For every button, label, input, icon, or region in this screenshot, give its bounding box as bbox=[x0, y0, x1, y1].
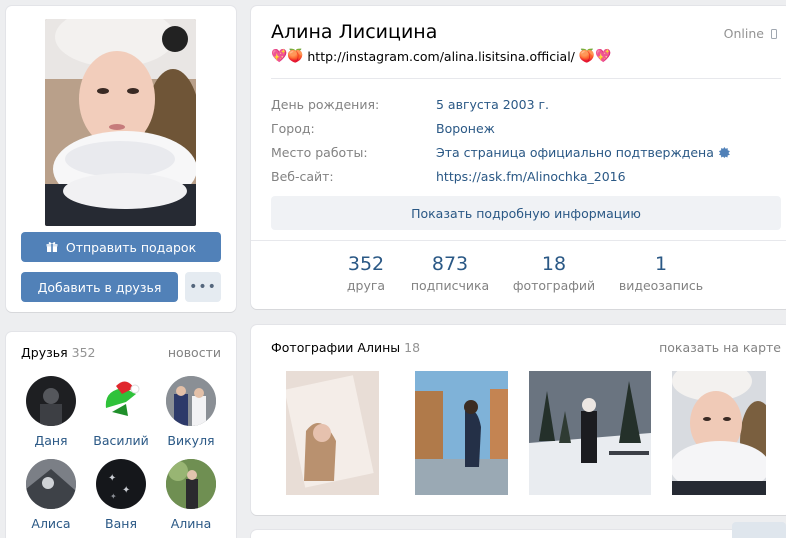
counter-followers[interactable]: 873 подписчика bbox=[400, 253, 500, 293]
friends-count: 352 bbox=[71, 345, 96, 360]
friend-avatar: ✦ ✦ ✦ bbox=[96, 459, 146, 509]
status-emoji-right: 🍑💖 bbox=[578, 49, 612, 64]
counter-number: 1 bbox=[654, 253, 668, 275]
info-label: Место работы: bbox=[271, 145, 368, 160]
divider bbox=[271, 78, 781, 79]
city-link[interactable]: Воронеж bbox=[436, 121, 495, 136]
info-row-work: Место работы: Эта страница официально по… bbox=[271, 145, 730, 160]
counter-label: подписчика bbox=[410, 278, 490, 293]
friend-avatar bbox=[26, 459, 76, 509]
friend-item[interactable]: Викуля bbox=[156, 376, 226, 448]
send-gift-label: Отправить подарок bbox=[65, 239, 197, 255]
friend-name: Ваня bbox=[105, 516, 137, 531]
verified-icon bbox=[718, 147, 730, 158]
friend-item[interactable]: Василий bbox=[86, 376, 156, 448]
counter-number: 873 bbox=[431, 253, 469, 275]
work-value: Эта страница официально подтверждена bbox=[436, 145, 714, 160]
profile-avatar-card: Отправить подарок Добавить в друзья ••• bbox=[6, 6, 236, 312]
photos-count: 18 bbox=[404, 340, 421, 355]
friend-name: Василий bbox=[93, 433, 149, 448]
counter-label: видеозапись bbox=[618, 278, 704, 293]
counter-number: 18 bbox=[541, 253, 567, 275]
show-more-info-button[interactable]: Показать подробную информацию bbox=[271, 196, 781, 230]
friends-header[interactable]: Друзья 352 bbox=[21, 345, 96, 360]
gift-icon bbox=[46, 241, 58, 253]
friend-item[interactable]: ✦ ✦ ✦ Ваня bbox=[86, 459, 156, 531]
show-on-map-link[interactable]: показать на карте bbox=[659, 340, 781, 355]
photo-thumbnail[interactable] bbox=[672, 371, 766, 495]
photos-title: Фотографии Алины bbox=[271, 340, 401, 355]
friend-avatar bbox=[166, 376, 216, 426]
more-actions-button[interactable]: ••• bbox=[185, 272, 221, 302]
friend-name: Викуля bbox=[167, 433, 215, 448]
friends-block: Друзья 352 новости Даня Василий Викуля Ал… bbox=[6, 332, 236, 538]
status-link[interactable]: http://instagram.com/alina.lisitsina.off… bbox=[307, 49, 575, 64]
online-status: Online bbox=[724, 26, 777, 41]
friend-name: Алина bbox=[170, 516, 212, 531]
info-label: Город: bbox=[271, 121, 315, 136]
info-row-website: Веб-сайт: https://ask.fm/Alinochka_2016 bbox=[271, 169, 626, 184]
profile-name: Алина Лисицина bbox=[271, 21, 438, 43]
scroll-to-top-button[interactable] bbox=[732, 522, 786, 538]
friend-avatar bbox=[96, 376, 146, 426]
birthday-link[interactable]: 5 августа 2003 г. bbox=[436, 97, 549, 112]
photo-thumbnail[interactable] bbox=[286, 371, 379, 495]
photo-thumbnail[interactable] bbox=[415, 371, 508, 495]
friend-item[interactable]: Алиса bbox=[16, 459, 86, 531]
next-block bbox=[251, 530, 786, 538]
photo-thumbnail[interactable] bbox=[529, 371, 651, 495]
friend-name: Даня bbox=[34, 433, 68, 448]
info-row-city: Город: Воронеж bbox=[271, 121, 495, 136]
add-friend-button[interactable]: Добавить в друзья bbox=[21, 272, 178, 302]
profile-status: 💖🍑 http://instagram.com/alina.lisitsina.… bbox=[271, 49, 611, 64]
status-emoji-left: 💖🍑 bbox=[271, 49, 304, 64]
info-label: Веб-сайт: bbox=[271, 169, 334, 184]
online-label: Online bbox=[723, 26, 764, 41]
friend-name: Алиса bbox=[31, 516, 71, 531]
send-gift-button[interactable]: Отправить подарок bbox=[21, 232, 221, 262]
profile-avatar[interactable] bbox=[45, 19, 196, 226]
svg-text:✦: ✦ bbox=[108, 473, 116, 484]
friend-avatar bbox=[26, 376, 76, 426]
photos-header[interactable]: Фотографии Алины 18 bbox=[271, 340, 420, 355]
photos-block: Фотографии Алины 18 показать на карте bbox=[251, 325, 786, 515]
mobile-phone-icon bbox=[771, 28, 777, 39]
counter-photos[interactable]: 18 фотографий bbox=[504, 253, 604, 293]
info-label: День рождения: bbox=[271, 97, 380, 112]
counter-label: фотографий bbox=[512, 278, 596, 293]
info-row-birthday: День рождения: 5 августа 2003 г. bbox=[271, 97, 549, 112]
svg-text:✦: ✦ bbox=[122, 485, 130, 496]
friend-item[interactable]: Даня bbox=[16, 376, 86, 448]
work-link[interactable]: Эта страница официально подтверждена bbox=[436, 145, 730, 160]
counter-videos[interactable]: 1 видеозапись bbox=[611, 253, 711, 293]
friend-item[interactable]: Алина bbox=[156, 459, 226, 531]
website-link[interactable]: https://ask.fm/Alinochka_2016 bbox=[436, 169, 626, 184]
friends-title: Друзья bbox=[21, 345, 68, 360]
friend-avatar bbox=[166, 459, 216, 509]
profile-info-card: Алина Лисицина Online 💖🍑 http://instagra… bbox=[251, 6, 786, 309]
divider bbox=[251, 240, 786, 241]
svg-text:✦: ✦ bbox=[110, 492, 117, 501]
friends-news-link[interactable]: новости bbox=[168, 345, 221, 360]
